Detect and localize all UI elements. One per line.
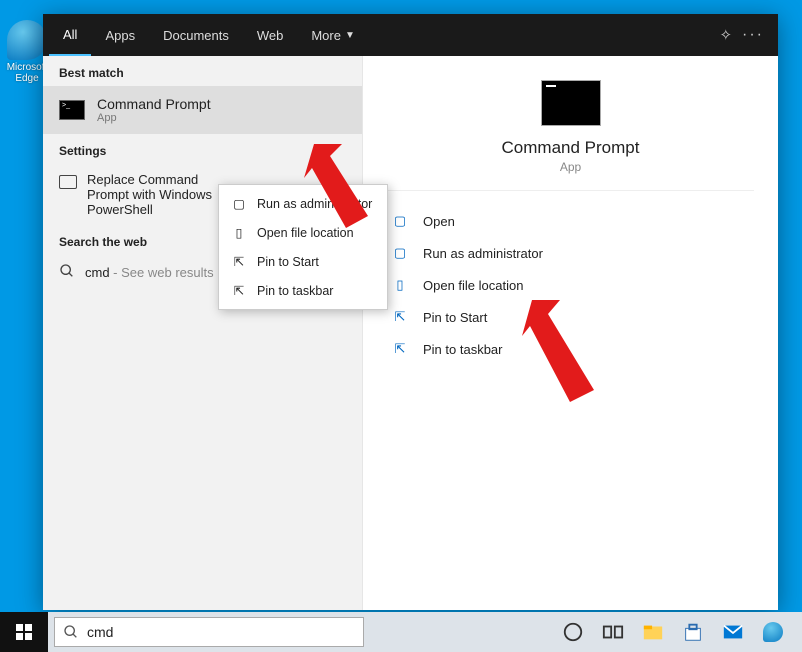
action-label: Run as administrator — [423, 246, 543, 261]
shield-icon: ▢ — [231, 196, 247, 211]
pin-icon: ⇱ — [231, 254, 247, 269]
action-run-as-admin[interactable]: ▢ Run as administrator — [387, 237, 754, 269]
pin-icon: ⇱ — [231, 283, 247, 298]
monitor-icon — [59, 175, 77, 189]
folder-icon: ▯ — [391, 277, 409, 293]
taskbar-search-value: cmd — [87, 624, 113, 640]
more-options-icon[interactable]: ··· — [742, 26, 764, 44]
action-pin-to-start[interactable]: ⇱ Pin to Start — [387, 301, 754, 333]
cm-open-file-location[interactable]: ▯ Open file location — [219, 218, 387, 247]
cm-pin-to-start[interactable]: ⇱ Pin to Start — [219, 247, 387, 276]
result-command-prompt[interactable]: Command Prompt App — [43, 86, 362, 134]
cm-label: Pin to Start — [257, 255, 319, 269]
preview-subtitle: App — [560, 160, 581, 174]
mail-icon[interactable] — [722, 621, 744, 643]
feedback-icon[interactable]: ✧ — [719, 26, 732, 44]
search-icon — [63, 624, 79, 640]
context-menu: ▢ Run as administrator ▯ Open file locat… — [218, 184, 388, 310]
tab-apps[interactable]: Apps — [91, 14, 149, 56]
results-column: Best match Command Prompt App Settings R… — [43, 56, 363, 610]
search-tabs: All Apps Documents Web More ▼ ✧ ··· — [43, 14, 778, 56]
cm-label: Pin to taskbar — [257, 284, 333, 298]
result-title: Command Prompt — [97, 96, 211, 112]
start-search-panel: All Apps Documents Web More ▼ ✧ ··· Best … — [43, 14, 778, 610]
command-prompt-icon — [59, 100, 85, 120]
windows-icon — [16, 624, 32, 640]
task-view-icon[interactable] — [602, 621, 624, 643]
action-open-file-location[interactable]: ▯ Open file location — [387, 269, 754, 301]
cm-run-as-admin[interactable]: ▢ Run as administrator — [219, 189, 387, 218]
start-button[interactable] — [0, 612, 48, 652]
action-label: Open — [423, 214, 455, 229]
preview-command-prompt-icon — [541, 80, 601, 126]
pin-icon: ⇱ — [391, 309, 409, 325]
tab-more-label: More — [311, 28, 341, 43]
taskbar: cmd — [0, 612, 802, 652]
settings-item-label: Replace Command Prompt with Windows Powe… — [87, 172, 217, 217]
taskbar-search-box[interactable]: cmd — [54, 617, 364, 647]
cm-pin-to-taskbar[interactable]: ⇱ Pin to taskbar — [219, 276, 387, 305]
chevron-down-icon: ▼ — [345, 30, 355, 41]
file-explorer-icon[interactable] — [642, 621, 664, 643]
search-icon — [59, 263, 75, 282]
web-suffix: - See web results — [110, 265, 214, 280]
action-open[interactable]: ▢ Open — [387, 205, 754, 237]
open-icon: ▢ — [391, 213, 409, 229]
pin-icon: ⇱ — [391, 341, 409, 357]
tab-more[interactable]: More ▼ — [297, 14, 369, 56]
cm-label: Run as administrator — [257, 197, 372, 211]
tab-all[interactable]: All — [49, 14, 91, 56]
cm-label: Open file location — [257, 226, 354, 240]
preview-title: Command Prompt — [502, 138, 640, 158]
action-label: Open file location — [423, 278, 523, 293]
best-match-label: Best match — [43, 56, 362, 86]
preview-pane: Command Prompt App ▢ Open ▢ Run as admin… — [363, 56, 778, 610]
tab-documents[interactable]: Documents — [149, 14, 243, 56]
action-label: Pin to taskbar — [423, 342, 503, 357]
cortana-icon[interactable] — [562, 621, 584, 643]
web-query: cmd — [85, 265, 110, 280]
edge-icon — [7, 20, 47, 60]
preview-actions: ▢ Open ▢ Run as administrator ▯ Open fil… — [387, 205, 754, 365]
edge-taskbar-icon[interactable] — [762, 621, 784, 643]
settings-label: Settings — [43, 134, 362, 164]
tab-web[interactable]: Web — [243, 14, 298, 56]
microsoft-store-icon[interactable] — [682, 621, 704, 643]
action-pin-to-taskbar[interactable]: ⇱ Pin to taskbar — [387, 333, 754, 365]
action-label: Pin to Start — [423, 310, 487, 325]
result-subtitle: App — [97, 112, 211, 124]
folder-icon: ▯ — [231, 225, 247, 240]
shield-icon: ▢ — [391, 245, 409, 261]
